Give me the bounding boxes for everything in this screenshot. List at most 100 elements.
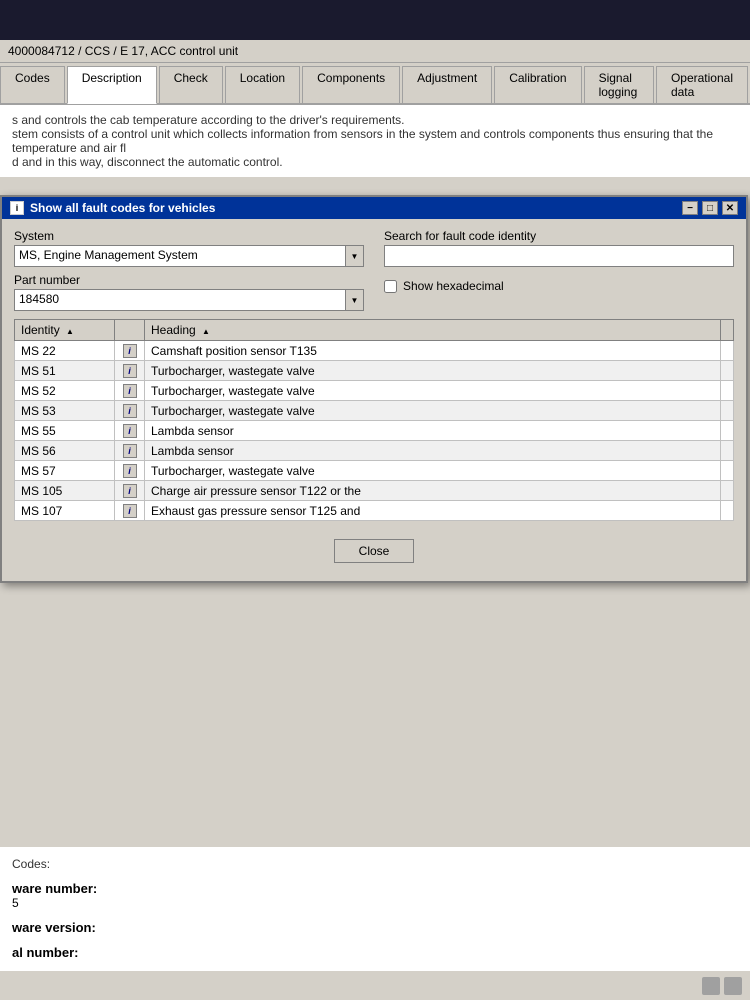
info-icon[interactable]: i	[123, 424, 137, 438]
part-number-select-arrow[interactable]: ▼	[346, 289, 364, 311]
tab-signal-logging[interactable]: Signal logging	[584, 66, 654, 104]
breadcrumb-text: 4000084712 / CCS / E 17, ACC control uni…	[8, 44, 238, 58]
info-icon[interactable]: i	[123, 504, 137, 518]
info-icon[interactable]: i	[123, 364, 137, 378]
cell-icon[interactable]: i	[115, 441, 145, 461]
cell-extra	[721, 361, 734, 381]
cell-icon[interactable]: i	[115, 421, 145, 441]
cell-heading: Turbocharger, wastegate valve	[145, 361, 721, 381]
tab-operational-data[interactable]: Operational data	[656, 66, 748, 104]
info-icon[interactable]: i	[123, 344, 137, 358]
tab-adjustment[interactable]: Adjustment	[402, 66, 492, 104]
table-row[interactable]: MS 53 i Turbocharger, wastegate valve	[15, 401, 734, 421]
tab-bar: Codes Description Check Location Compone…	[0, 63, 750, 105]
cell-identity: MS 22	[15, 341, 115, 361]
info-icon[interactable]: i	[123, 484, 137, 498]
modal-body: System MS, Engine Management System ▼ Pa…	[2, 219, 746, 581]
table-header-row: Identity ▲ Heading ▲	[15, 320, 734, 341]
system-select-arrow[interactable]: ▼	[346, 245, 364, 267]
bg-codes-label: Codes:	[12, 857, 738, 871]
cell-icon[interactable]: i	[115, 481, 145, 501]
part-number-select-wrapper: 184580 ▼	[14, 289, 364, 311]
col-header-identity[interactable]: Identity ▲	[15, 320, 115, 341]
modal-close-button[interactable]: ✕	[722, 201, 738, 215]
cell-icon[interactable]: i	[115, 381, 145, 401]
info-icon[interactable]: i	[123, 464, 137, 478]
cell-identity: MS 52	[15, 381, 115, 401]
col-header-heading[interactable]: Heading ▲	[145, 320, 721, 341]
table-row[interactable]: MS 57iTurbocharger, wastegate valve	[15, 461, 734, 481]
tab-description[interactable]: Description	[67, 66, 157, 104]
cell-heading: Turbocharger, wastegate valve	[145, 381, 721, 401]
software-number-value: 5	[12, 896, 738, 910]
col-header-icon	[115, 320, 145, 341]
cell-icon[interactable]: i	[115, 461, 145, 481]
system-select-wrapper: MS, Engine Management System ▼	[14, 245, 364, 267]
cell-extra	[721, 501, 734, 521]
cell-identity: MS 53	[15, 401, 115, 421]
cell-icon[interactable]: i	[115, 361, 145, 381]
system-label: System	[14, 229, 54, 243]
bg-content: s and controls the cab temperature accor…	[0, 105, 750, 177]
cell-heading: Camshaft position sensor T135	[145, 341, 721, 361]
table-row[interactable]: MS 52 i Turbocharger, wastegate valve	[15, 381, 734, 401]
table-row[interactable]: MS 51 i Turbocharger, wastegate valve	[15, 361, 734, 381]
bg-bottom: Codes: ware number: 5 ware version: al n…	[0, 847, 750, 970]
tab-codes[interactable]: Codes	[0, 66, 65, 104]
software-version-label: ware version:	[12, 920, 96, 935]
cell-extra	[721, 481, 734, 501]
show-hex-row: Show hexadecimal	[384, 279, 734, 293]
breadcrumb: 4000084712 / CCS / E 17, ACC control uni…	[0, 40, 750, 63]
taskbar	[0, 970, 750, 1000]
show-hexadecimal-checkbox[interactable]	[384, 280, 397, 293]
cell-heading: Turbocharger, wastegate valve	[145, 461, 721, 481]
cell-icon[interactable]: i	[115, 501, 145, 521]
cell-icon[interactable]: i	[115, 341, 145, 361]
fault-table-body: MS 22iCamshaft position sensor T135MS 51…	[15, 341, 734, 521]
close-button[interactable]: Close	[334, 539, 415, 563]
table-row[interactable]: MS 22 i Camshaft position sensor T135	[15, 341, 734, 361]
col-header-extra	[721, 320, 734, 341]
form-left: System MS, Engine Management System ▼ Pa…	[14, 229, 364, 311]
tab-calibration[interactable]: Calibration	[494, 66, 581, 104]
taskbar-icon-2	[724, 977, 742, 995]
modal-controls: − □ ✕	[682, 201, 738, 215]
cell-extra	[721, 441, 734, 461]
modal-titlebar: i Show all fault codes for vehicles − □ …	[2, 197, 746, 219]
modal-footer: Close	[14, 531, 734, 571]
cell-heading: Lambda sensor	[145, 421, 721, 441]
cell-identity: MS 56	[15, 441, 115, 461]
info-icon[interactable]: i	[123, 384, 137, 398]
tab-components[interactable]: Components	[302, 66, 400, 104]
cell-icon[interactable]: i	[115, 401, 145, 421]
modal-minimize-button[interactable]: −	[682, 201, 698, 215]
modal-dialog: i Show all fault codes for vehicles − □ …	[0, 195, 748, 583]
table-row[interactable]: MS 107iExhaust gas pressure sensor T125 …	[15, 501, 734, 521]
table-row[interactable]: MS 55iLambda sensor	[15, 421, 734, 441]
part-number-label: Part number	[14, 273, 80, 287]
system-select-value[interactable]: MS, Engine Management System	[14, 245, 346, 267]
form-section: System MS, Engine Management System ▼ Pa…	[14, 229, 734, 311]
bg-line2: stem consists of a control unit which co…	[12, 127, 738, 155]
info-icon[interactable]: i	[123, 444, 137, 458]
bg-line1: s and controls the cab temperature accor…	[12, 113, 738, 127]
table-row[interactable]: MS 56 i Lambda sensor	[15, 441, 734, 461]
fault-table: Identity ▲ Heading ▲ MS 22 i Camshaft posi…	[14, 319, 734, 521]
cell-heading: Lambda sensor	[145, 441, 721, 461]
bg-line3: d and in this way, disconnect the automa…	[12, 155, 738, 169]
part-number-select-value[interactable]: 184580	[14, 289, 346, 311]
cell-heading: Turbocharger, wastegate valve	[145, 401, 721, 421]
table-row[interactable]: MS 105iCharge air pressure sensor T122 o…	[15, 481, 734, 501]
modal-maximize-button[interactable]: □	[702, 201, 718, 215]
modal-app-icon: i	[10, 201, 24, 215]
heading-sort-icon: ▲	[202, 327, 210, 336]
info-icon[interactable]: i	[123, 404, 137, 418]
tab-check[interactable]: Check	[159, 66, 223, 104]
modal-title-left: i Show all fault codes for vehicles	[10, 201, 215, 215]
search-input[interactable]	[384, 245, 734, 267]
cell-extra	[721, 381, 734, 401]
tab-location[interactable]: Location	[225, 66, 300, 104]
cell-identity: MS 51	[15, 361, 115, 381]
cell-identity: MS 105	[15, 481, 115, 501]
cell-extra	[721, 341, 734, 361]
